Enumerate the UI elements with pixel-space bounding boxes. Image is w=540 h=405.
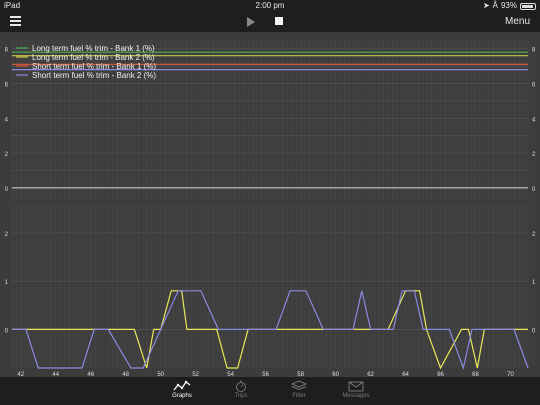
legend-label: Short term fuel % trim - Bank 2 (%) [32,71,156,80]
battery-percent: 93% [500,1,517,10]
y-tick-label-left: 8 [5,48,9,54]
tab-label: Trips [234,393,248,399]
tab-label: Filter [292,393,306,399]
y-tick-label-right: 1 [532,280,536,286]
stopwatch-icon [236,380,246,392]
tab-graphs[interactable]: Graphs [162,377,202,405]
y-tick-label-left: 6 [5,82,9,88]
toolbar: Menu [0,12,540,32]
tab-messages[interactable]: Messages [336,377,376,405]
y-tick-label-right: 6 [532,82,536,88]
y-tick-label-right: 0 [532,187,536,193]
y-tick-label-right: 4 [532,117,536,123]
battery-icon [520,2,536,10]
menu-button[interactable]: Menu [505,16,530,27]
tab-label: Messages [342,393,370,399]
y-tick-label-left: 4 [5,117,9,123]
y-tick-label-right: 8 [532,48,536,54]
battery-fill [522,4,534,8]
stop-button[interactable] [275,17,283,25]
tab-trips[interactable]: Trips [221,377,261,405]
y-tick-label-left: 2 [5,232,9,238]
status-right: ➤ Å 93% [483,0,536,12]
envelope-icon [348,381,364,392]
status-bar: iPad 2:00 pm ➤ Å 93% [0,0,540,12]
play-button[interactable] [247,17,255,27]
legend-label: Long term fuel % trim - Bank 1 (%) [32,44,155,53]
y-tick-label-left: 2 [5,152,9,158]
bluetooth-icon: Å [492,1,498,10]
graph-icon [173,380,191,391]
hamburger-menu-icon[interactable] [10,16,21,27]
y-tick-label-left: 0 [5,187,9,193]
tab-filter[interactable]: Filter [279,377,319,405]
fuel-trim-chart: 864208642021021042 44 46 48 50 52 54 56 58 60 62 64… [5,40,536,378]
tab-label: Graphs [172,393,192,399]
layers-icon [290,380,308,391]
y-tick-label-left: 0 [5,328,9,334]
tab-bar: Graphs Trips Filter Messages [0,377,540,405]
legend-label: Long term fuel % trim - Bank 2 (%) [32,53,155,62]
y-tick-label-left: 1 [5,280,9,286]
legend-label: Short term fuel % trim - Bank 1 (%) [32,62,156,71]
graph-area[interactable]: 8 6 4 2 0 8 6 4 2 0 2 1 0 2 1 0 42 44 46 48 50 52 54 56 58 60 62 64… [0,32,540,378]
y-tick-label-right: 2 [532,152,536,158]
y-tick-label-right: 2 [532,232,536,238]
y-tick-label-right: 0 [532,328,536,334]
status-time: 2:00 pm [255,1,285,10]
location-icon: ➤ [482,1,490,10]
